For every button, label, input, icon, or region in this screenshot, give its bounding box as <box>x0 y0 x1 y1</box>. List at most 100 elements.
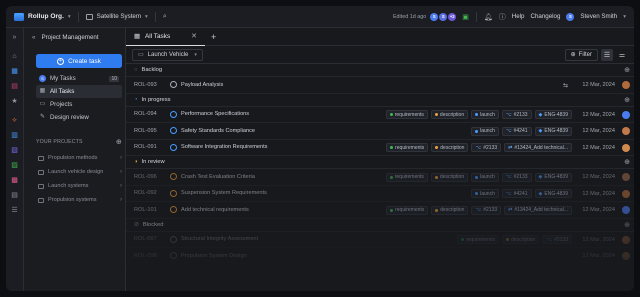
tag-chip[interactable]: requirements <box>386 205 429 215</box>
assignee-avatar[interactable] <box>622 127 630 135</box>
assignee-avatar[interactable] <box>622 173 630 181</box>
group-header-blocked[interactable]: ⊘ Blocked ⊕ <box>126 219 634 232</box>
assignee-avatar[interactable] <box>622 206 630 214</box>
sync-status-icon[interactable]: ▣ <box>462 13 469 21</box>
group-header-in-progress[interactable]: ◔ In progress ⊕ <box>126 94 634 107</box>
status-icon[interactable] <box>170 189 177 197</box>
files-icon[interactable]: ▤ <box>11 192 19 200</box>
help-icon[interactable]: ⓘ <box>499 12 506 22</box>
tag-chip[interactable]: ⇄ #13424_Add technical... <box>504 143 572 152</box>
group-header-in-review[interactable]: ◑ In review ⊕ <box>126 156 634 169</box>
system-name[interactable]: Satellite System <box>97 13 141 20</box>
table-row[interactable]: ROL-098 Propulsion System Design 12 Mar, 2… <box>126 248 634 265</box>
table-row[interactable]: ROL-094 Performance Specifications require… <box>126 107 634 123</box>
task-title[interactable]: Suspension System Requirements <box>181 190 267 196</box>
status-icon[interactable] <box>170 206 177 214</box>
status-icon[interactable] <box>170 235 177 243</box>
assignee-avatar[interactable] <box>622 252 630 260</box>
assignee-avatar[interactable] <box>622 235 630 244</box>
chevron-down-icon[interactable]: ▾ <box>68 14 71 20</box>
tag-chip[interactable]: ⌥ #2133 <box>501 110 532 119</box>
assignee-avatar[interactable] <box>622 81 630 89</box>
add-tab-button[interactable]: + <box>211 32 216 42</box>
tag-chip[interactable]: description <box>430 110 469 119</box>
add-task-icon[interactable]: ⊕ <box>624 158 630 166</box>
task-title[interactable]: Structural Integrity Assessment <box>181 236 258 242</box>
settings-sliders-icon[interactable]: ⚌ <box>616 49 628 61</box>
catalog-icon[interactable]: ▧ <box>11 147 19 155</box>
tag-chip[interactable]: requirements <box>386 143 429 152</box>
status-icon[interactable] <box>170 110 177 118</box>
sidebar-item-my-tasks[interactable]: S My Tasks 10 <box>36 72 122 85</box>
git-icon[interactable]: ⟡ <box>11 117 19 125</box>
document-icon[interactable]: ▤ <box>11 83 19 91</box>
chevron-down-icon[interactable]: ▾ <box>145 14 148 20</box>
status-icon[interactable] <box>170 143 177 151</box>
help-link[interactable]: Help <box>512 13 525 20</box>
tag-chip[interactable]: ◆ ENG-4839 <box>534 172 572 182</box>
assignee-avatar[interactable] <box>622 143 630 152</box>
tag-chip[interactable]: launch <box>471 189 499 198</box>
table-row[interactable]: ROL-095 Safety Standards Compliance launch… <box>126 123 634 140</box>
add-task-icon[interactable]: ⊕ <box>624 96 630 104</box>
tag-chip[interactable]: description <box>431 205 469 215</box>
grid-icon[interactable]: ▦ <box>11 68 19 76</box>
task-title[interactable]: Software Integration Requirements <box>181 144 267 150</box>
assignee-avatar[interactable] <box>622 189 630 198</box>
tag-chip[interactable]: ⇄ #13424_Add technical... <box>504 205 572 215</box>
home-icon[interactable]: ⌂ <box>11 53 19 61</box>
table-row[interactable]: ROL-093 Payload Analysis ⇆ 12 Mar, 2024 <box>126 77 634 94</box>
group-header-backlog[interactable]: ◌ Backlog ⊕ <box>126 64 634 77</box>
status-icon[interactable] <box>170 173 177 181</box>
task-title[interactable]: Crash Test Evaluation Criteria <box>181 174 255 180</box>
collapse-icon[interactable]: « <box>32 34 35 41</box>
collaborator-avatars[interactable]: S S +2 <box>430 12 457 21</box>
sidebar-item-design-review[interactable]: ✎ Design review <box>36 111 122 124</box>
avatar[interactable]: S <box>439 12 448 21</box>
sidebar-item-projects[interactable]: ▭ Projects <box>36 98 122 111</box>
task-title[interactable]: Payload Analysis <box>181 82 223 88</box>
chevron-down-icon[interactable]: ▾ <box>623 14 626 20</box>
project-item[interactable]: Launch systems › <box>36 180 122 192</box>
status-icon[interactable] <box>170 81 177 89</box>
chevron-right-icon[interactable]: › <box>120 155 122 161</box>
checklist-icon[interactable]: ☰ <box>11 207 19 215</box>
tag-chip[interactable]: launch <box>471 126 499 136</box>
tag-chip[interactable]: description <box>431 143 469 152</box>
tag-chip[interactable]: requirements <box>385 110 428 119</box>
tag-chip[interactable]: launch <box>471 172 499 182</box>
add-task-icon[interactable]: ⊕ <box>624 66 630 74</box>
chevron-right-icon[interactable]: › <box>120 169 122 175</box>
table-row[interactable]: ROL-097 Structural Integrity Assessment re… <box>126 232 634 248</box>
tag-chip[interactable]: ◆ ENG-4839 <box>534 189 572 198</box>
tag-chip[interactable]: ⌥ #2133 <box>471 205 502 215</box>
assignee-avatar[interactable] <box>622 110 630 119</box>
status-icon[interactable] <box>170 127 177 135</box>
expand-icon[interactable]: » <box>11 34 19 42</box>
add-project-icon[interactable]: ⊕ <box>116 138 122 146</box>
avatar[interactable]: S <box>430 12 439 21</box>
table-icon[interactable]: ▨ <box>11 162 19 170</box>
tag-chip[interactable]: ⌥ #4241 <box>501 126 532 136</box>
report-icon[interactable]: ▩ <box>11 177 19 185</box>
create-task-button[interactable]: + Create task <box>36 54 122 68</box>
avatar-overflow-count[interactable]: +2 <box>448 12 457 21</box>
table-row[interactable]: ROL-096 Crash Test Evaluation Criteria req… <box>126 169 634 186</box>
table-row[interactable]: ROL-091 Software Integration Requirements… <box>126 140 634 156</box>
search-icon[interactable]: ⌕ <box>163 13 167 21</box>
tag-chip[interactable]: description <box>430 172 469 182</box>
table-row[interactable]: ROL-092 Suspension System Requirements lau… <box>126 186 634 202</box>
tag-chip[interactable]: requirements <box>385 172 428 182</box>
filter-button[interactable]: ⊕ Filter <box>564 48 598 61</box>
user-avatar[interactable]: S <box>566 12 575 21</box>
chevron-right-icon[interactable]: › <box>120 197 122 203</box>
tag-chip[interactable]: launch <box>471 110 499 119</box>
chevron-right-icon[interactable]: › <box>120 183 122 189</box>
tag-chip[interactable]: ◆ ENG-4839 <box>534 126 572 136</box>
tag-chip[interactable]: ⌥ #4241 <box>501 189 532 198</box>
link-icon[interactable]: ⇆ <box>563 82 568 89</box>
tag-chip[interactable]: ⌥ #2133 <box>542 235 572 244</box>
tag-chip[interactable]: ⌥ #2133 <box>471 143 502 152</box>
tag-chip[interactable]: description <box>502 235 540 244</box>
task-title[interactable]: Add technical requirements <box>181 207 249 213</box>
